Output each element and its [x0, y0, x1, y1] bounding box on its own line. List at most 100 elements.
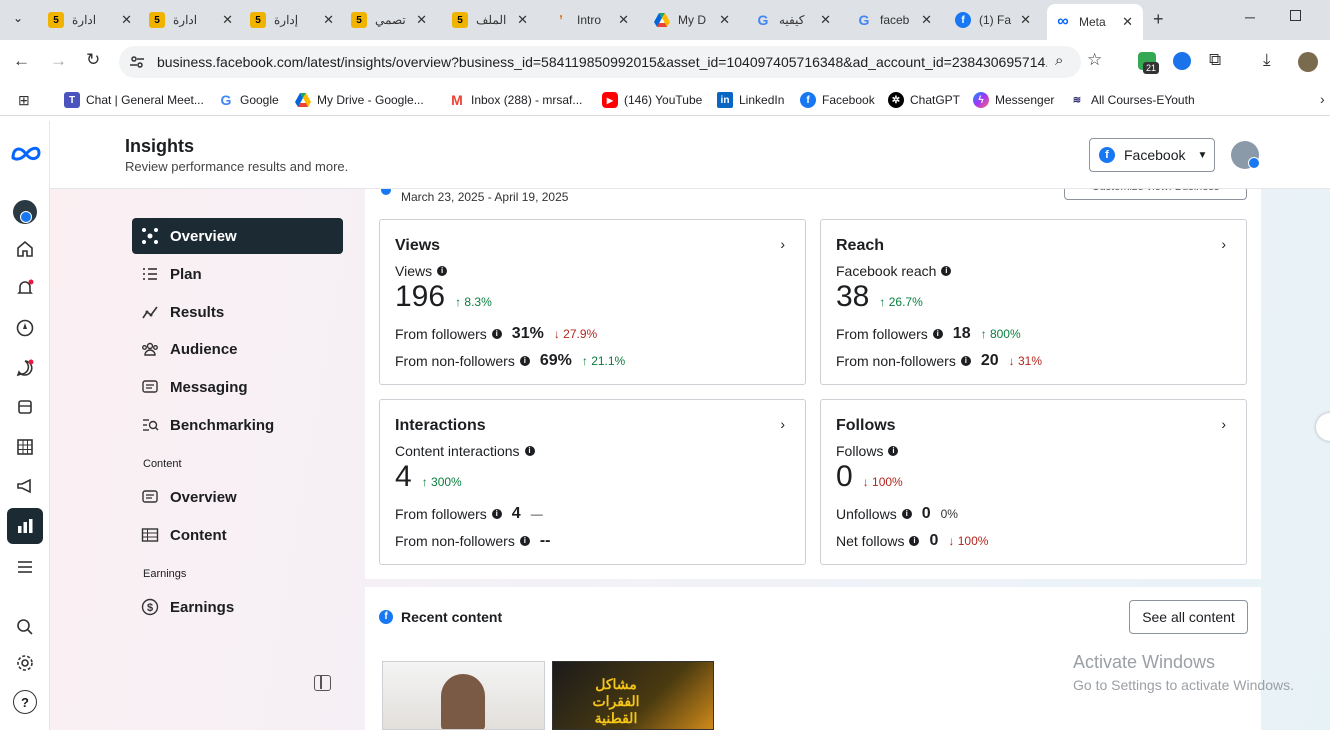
address-bar[interactable]: business.facebook.com/latest/insights/ov…: [119, 46, 1081, 78]
tab-search-chevron-icon[interactable]: ⌄: [13, 11, 23, 25]
chevron-right-icon[interactable]: ›: [1221, 236, 1226, 252]
bookmark-item[interactable]: ✲ ChatGPT: [888, 92, 960, 108]
nav-item-messaging[interactable]: Messaging: [132, 369, 343, 405]
nav-item-overview[interactable]: Overview: [132, 218, 343, 254]
close-tab-icon[interactable]: ✕: [323, 12, 334, 28]
bookmark-item[interactable]: ϟ Messenger: [973, 92, 1054, 108]
browser-tab[interactable]: 5 الملف ✕: [452, 6, 528, 34]
bookmark-item[interactable]: ▶ (146) YouTube: [602, 92, 702, 108]
content-thumbnail[interactable]: مشاكل الفقرات القطنية: [552, 661, 714, 730]
site-info-icon[interactable]: [129, 54, 145, 75]
browser-tab[interactable]: 5 ادارة ✕: [48, 6, 132, 34]
reach-card[interactable]: Reach › Facebook reach i 38 ↑ 26.7% From f…: [820, 219, 1247, 385]
compass-icon[interactable]: [13, 316, 37, 340]
nav-item-benchmarking[interactable]: Benchmarking: [132, 407, 343, 443]
reload-icon[interactable]: ↻: [86, 50, 100, 70]
nav-item-plan[interactable]: Plan: [132, 256, 343, 292]
chevron-right-icon[interactable]: ›: [780, 236, 785, 252]
info-icon[interactable]: i: [491, 329, 502, 339]
browser-tab[interactable]: My D ✕: [654, 6, 730, 34]
bookmark-item[interactable]: G Google: [218, 92, 279, 108]
close-tab-icon[interactable]: ✕: [820, 12, 831, 28]
profile-avatar[interactable]: [1298, 52, 1318, 72]
forward-icon[interactable]: →: [50, 51, 67, 71]
browser-tab[interactable]: ʼ Intro ✕: [553, 6, 629, 34]
content-library-icon[interactable]: [13, 395, 37, 419]
bookmark-item[interactable]: T Chat | General Meet...: [64, 92, 204, 108]
chevron-right-icon[interactable]: ›: [1221, 416, 1226, 432]
bookmark-item[interactable]: ≋ All Courses-EYouth: [1069, 92, 1195, 108]
info-icon[interactable]: i: [888, 446, 899, 456]
close-tab-icon[interactable]: ✕: [719, 12, 730, 28]
close-tab-icon[interactable]: ✕: [222, 12, 233, 28]
info-icon[interactable]: i: [437, 266, 448, 276]
nav-item-earnings[interactable]: $ Earnings: [132, 589, 343, 625]
browser-tab[interactable]: f (1) Fa ✕: [955, 6, 1031, 34]
settings-gear-icon[interactable]: [13, 651, 37, 675]
see-all-content-button[interactable]: See all content: [1129, 600, 1248, 634]
nav-item-results[interactable]: Results: [132, 294, 343, 330]
minimize-icon[interactable]: ─: [1245, 9, 1255, 25]
bookmark-item[interactable]: M Inbox (288) - mrsaf...: [449, 92, 582, 108]
close-tab-icon[interactable]: ✕: [618, 12, 629, 28]
bookmark-item[interactable]: f Facebook: [800, 92, 875, 108]
bookmark-item[interactable]: My Drive - Google...: [295, 92, 424, 108]
search-icon[interactable]: [13, 615, 37, 639]
zoom-icon[interactable]: ⌕: [1055, 52, 1063, 69]
new-tab-icon[interactable]: +: [1153, 9, 1164, 30]
browser-tab[interactable]: G faceb ✕: [856, 6, 932, 34]
inbox-chat-icon[interactable]: [13, 356, 37, 380]
nav-item-content-overview[interactable]: Overview: [132, 479, 343, 515]
close-tab-icon[interactable]: ✕: [1020, 12, 1031, 28]
info-icon[interactable]: i: [901, 509, 912, 519]
views-card[interactable]: Views › Views i 196 ↑ 8.3% From followers i…: [379, 219, 806, 385]
url-text[interactable]: business.facebook.com/latest/insights/ov…: [157, 54, 1047, 70]
platform-selector-dropdown[interactable]: f Facebook ▼: [1089, 138, 1215, 172]
follows-card[interactable]: Follows › Follows i 0 ↓ 100% Unfollows i 0 0%…: [820, 399, 1247, 565]
notifications-bell-icon[interactable]: [13, 276, 37, 300]
extensions-puzzle-icon[interactable]: ⧉: [1209, 50, 1221, 70]
download-icon[interactable]: ⤓: [1263, 50, 1271, 70]
info-icon[interactable]: i: [909, 536, 920, 546]
info-icon[interactable]: i: [960, 356, 971, 366]
bookmark-item[interactable]: in LinkedIn: [717, 92, 784, 108]
nav-item-content[interactable]: Content: [132, 517, 343, 553]
apps-grid-icon[interactable]: ⊞: [18, 92, 30, 109]
insights-bar-chart-icon[interactable]: [7, 508, 43, 544]
content-thumbnail[interactable]: [382, 661, 545, 730]
browser-tab[interactable]: G كيفيه ✕: [755, 6, 831, 34]
collapse-sidebar-icon[interactable]: [314, 675, 331, 691]
planner-grid-icon[interactable]: [13, 435, 37, 459]
chevron-right-icon[interactable]: ›: [780, 416, 785, 432]
browser-tab[interactable]: 5 إدارة ✕: [250, 6, 334, 34]
meta-logo-icon[interactable]: [10, 141, 42, 165]
extension-icon[interactable]: [1173, 52, 1191, 70]
info-icon[interactable]: i: [941, 266, 952, 276]
browser-tab-active[interactable]: ∞ Meta ✕: [1047, 4, 1143, 40]
home-icon[interactable]: [13, 237, 37, 261]
menu-hamburger-icon[interactable]: [13, 555, 37, 579]
info-icon[interactable]: i: [932, 329, 943, 339]
close-tab-icon[interactable]: ✕: [517, 12, 528, 28]
info-icon[interactable]: i: [519, 536, 530, 546]
ads-megaphone-icon[interactable]: [13, 474, 37, 498]
info-icon[interactable]: i: [491, 509, 502, 519]
back-icon[interactable]: ←: [13, 51, 30, 71]
messaging-icon: [140, 377, 160, 397]
close-tab-icon[interactable]: ✕: [416, 12, 427, 28]
tab-title: Meta: [1079, 15, 1106, 29]
bookmark-star-icon[interactable]: ☆: [1087, 50, 1102, 70]
close-tab-icon[interactable]: ✕: [1122, 14, 1133, 30]
browser-tab[interactable]: 5 تصمي ✕: [351, 6, 427, 34]
close-tab-icon[interactable]: ✕: [921, 12, 932, 28]
browser-tab[interactable]: 5 ادارة ✕: [149, 6, 233, 34]
info-icon[interactable]: i: [524, 446, 535, 456]
close-tab-icon[interactable]: ✕: [121, 12, 132, 28]
more-bookmarks-chevron-icon[interactable]: ›: [1320, 91, 1325, 107]
info-icon[interactable]: i: [519, 356, 530, 366]
help-icon[interactable]: ?: [13, 690, 37, 714]
interactions-card[interactable]: Interactions › Content interactions i 4 ↑ …: [379, 399, 806, 565]
maximize-icon[interactable]: [1290, 10, 1301, 21]
nav-item-audience[interactable]: Audience: [132, 331, 343, 367]
nav-item-label: Plan: [170, 265, 202, 283]
